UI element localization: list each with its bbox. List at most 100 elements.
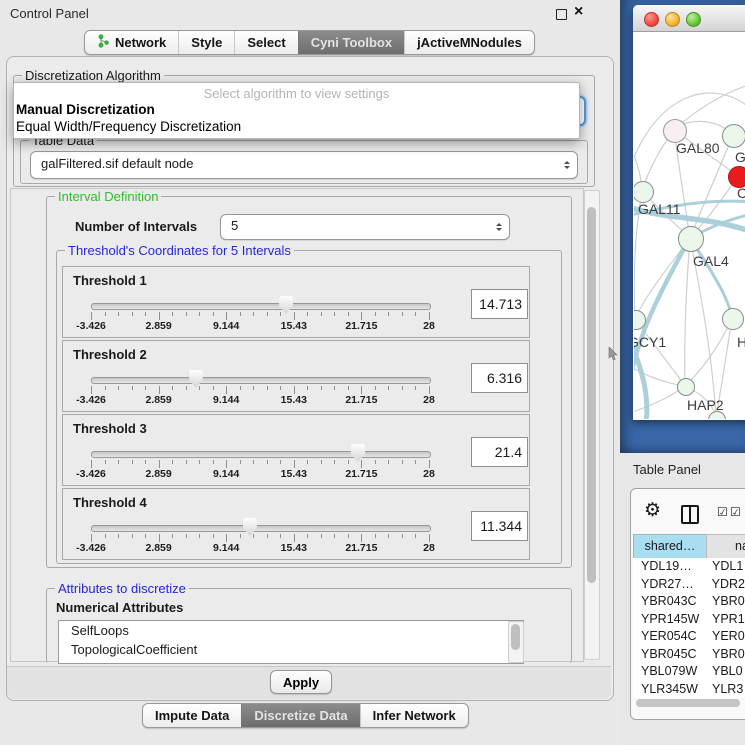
dropdown-placeholder: Select algorithm to view settings [14, 86, 579, 101]
attributes-list-scrollbar[interactable] [508, 621, 524, 663]
threshold-3-slider-track[interactable] [91, 451, 431, 458]
threshold-3-panel: Threshold 3 -3.4262.8599.14415.4321.7152… [62, 414, 530, 486]
attributes-group-title: Attributes to discretize [55, 581, 189, 596]
close-icon[interactable]: × [574, 3, 583, 21]
threshold-1-ticks [91, 312, 429, 320]
cell: YER0 [706, 628, 745, 646]
list-item-selfloops[interactable]: SelfLoops [59, 621, 523, 640]
cell: YDL19… [633, 558, 706, 576]
list-item-betweennesscentrality[interactable]: BetweennessCentrality [59, 659, 523, 664]
cell: YDL1 [706, 558, 743, 576]
vertical-scrollbar-thumb[interactable] [587, 207, 596, 583]
apply-button[interactable]: Apply [270, 670, 332, 694]
columns-icon[interactable] [681, 505, 699, 524]
threshold-3-scale-labels: -3.4262.8599.14415.4321.71528 [91, 468, 429, 480]
discretization-algorithm-group-title: Discretization Algorithm [22, 68, 164, 83]
tab-discretize-data[interactable]: Discretize Data [241, 704, 359, 727]
tab-style-label: Style [191, 35, 222, 50]
tab-jactivemnodules-label: jActiveMNodules [417, 35, 522, 50]
table-row[interactable]: YDL19…YDL1 [633, 558, 745, 576]
node-table: YDL19…YDL1 YDR27…YDR2 YBR043CYBR0 YPR145… [633, 558, 745, 698]
node-label-h: H [737, 334, 745, 350]
threshold-2-panel: Threshold 2 -3.4262.8599.14415.4321.7152… [62, 340, 530, 412]
threshold-2-slider-track[interactable] [91, 377, 431, 384]
table-row[interactable]: YER054CYER0 [633, 628, 745, 646]
table-row[interactable]: YBL079WYBL0 [633, 663, 745, 681]
list-item-topologicalcoefficient[interactable]: TopologicalCoefficient [59, 640, 523, 659]
table-horizontal-scrollbar[interactable] [635, 699, 743, 708]
tab-cyni-toolbox-label: Cyni Toolbox [311, 35, 392, 50]
threshold-2-value-field[interactable]: 6.316 [471, 363, 528, 393]
num-intervals-spinner[interactable]: 5 [220, 214, 510, 240]
threshold-4-scale-labels: -3.4262.8599.14415.4321.71528 [91, 542, 429, 554]
threshold-1-scale-labels: -3.4262.8599.14415.4321.71528 [91, 320, 429, 332]
tab-infer-network[interactable]: Infer Network [360, 704, 468, 727]
window-minimize-traffic-light[interactable] [665, 12, 680, 27]
node-label-gal11: GAL11 [638, 201, 681, 217]
table-data-combobox[interactable]: galFiltered.sif default node [30, 151, 578, 179]
tab-impute-data-label: Impute Data [155, 708, 229, 723]
threshold-3-value-field[interactable]: 21.4 [471, 437, 528, 467]
tab-select[interactable]: Select [234, 31, 297, 54]
node-gal4[interactable] [678, 226, 704, 252]
threshold-4-panel: Threshold 4 -3.4262.8599.14415.4321.7152… [62, 488, 530, 560]
numerical-attributes-label: Numerical Attributes [56, 600, 183, 615]
threshold-2-label: Threshold 2 [73, 347, 147, 362]
table-row[interactable]: YLR345WYLR3 [633, 681, 745, 699]
tab-jactivemnodules[interactable]: jActiveMNodules [404, 31, 534, 54]
threshold-4-value-field[interactable]: 11.344 [471, 511, 528, 541]
algorithm-dropdown-popup: Select algorithm to view settings Manual… [13, 82, 580, 139]
column-header-shared-name[interactable]: shared… [633, 534, 707, 559]
threshold-1-label: Threshold 1 [73, 273, 147, 288]
tab-select-label: Select [247, 35, 285, 50]
checkbox-icon-2[interactable]: ☑ [730, 505, 741, 519]
cell: YLR345W [633, 681, 706, 699]
window-close-traffic-light[interactable] [644, 12, 659, 27]
network-tree-icon [97, 34, 110, 51]
threshold-1-panel: Threshold 1 -3.4262.8599.14415.4321.7152… [62, 266, 530, 338]
control-panel-tabs: Network Style Select Cyni Toolbox jActiv… [84, 30, 535, 55]
numerical-attributes-list: SelfLoops TopologicalCoefficient Between… [58, 620, 524, 664]
node-hap2[interactable] [677, 378, 695, 396]
cyni-mode-tabs: Impute Data Discretize Data Infer Networ… [142, 703, 469, 728]
tab-impute-data[interactable]: Impute Data [143, 704, 241, 727]
attributes-list-scrollbar-thumb[interactable] [511, 624, 520, 650]
threshold-1-value-field[interactable]: 14.713 [471, 289, 528, 319]
threshold-3-label: Threshold 3 [73, 421, 147, 436]
tab-cyni-toolbox[interactable]: Cyni Toolbox [298, 31, 404, 54]
window-zoom-traffic-light[interactable] [686, 12, 701, 27]
network-canvas[interactable]: GAL80 G C GAL11 GAL4 GCY1 H HAP2 [634, 32, 745, 419]
threshold-4-slider-track[interactable] [91, 525, 431, 532]
cell: YBR0 [706, 593, 745, 611]
tab-infer-network-label: Infer Network [373, 708, 456, 723]
float-window-icon[interactable] [556, 9, 567, 20]
table-horizontal-scrollbar-thumb[interactable] [636, 699, 740, 707]
cell: YER054C [633, 628, 706, 646]
dropdown-option-equal-width[interactable]: Equal Width/Frequency Discretization [16, 119, 241, 134]
table-row[interactable]: YBR045CYBR0 [633, 646, 745, 664]
vertical-scrollbar[interactable] [584, 190, 600, 660]
gear-icon[interactable]: ⚙ [644, 500, 661, 522]
cell: YBL079W [633, 663, 706, 681]
node-h[interactable] [722, 308, 744, 330]
node-top-right[interactable] [722, 124, 745, 148]
node-label-gcy1: GCY1 [634, 334, 666, 350]
table-row[interactable]: YDR27…YDR2 [633, 576, 745, 594]
table-row[interactable]: YBR043CYBR0 [633, 593, 745, 611]
node-label-gal4: GAL4 [693, 253, 729, 269]
threshold-1-slider-track[interactable] [91, 303, 431, 310]
dropdown-option-manual-discretization[interactable]: Manual Discretization [16, 102, 155, 117]
threshold-2-scale-labels: -3.4262.8599.14415.4321.71528 [91, 394, 429, 406]
tab-network[interactable]: Network [85, 31, 178, 54]
panel-title: Control Panel [10, 6, 89, 21]
tab-style[interactable]: Style [178, 31, 234, 54]
control-panel: Control Panel × Network Style Select Cyn… [0, 0, 620, 745]
table-row[interactable]: YPR145WYPR1 [633, 611, 745, 629]
node-label-g: G [735, 149, 745, 165]
checkbox-icon-1[interactable]: ☑ [717, 505, 728, 519]
node-label-gal80: GAL80 [676, 140, 720, 156]
table-panel-title: Table Panel [633, 462, 701, 477]
tab-discretize-data-label: Discretize Data [254, 708, 347, 723]
interval-definition-title: Interval Definition [55, 189, 161, 204]
column-header-name[interactable]: na [706, 534, 745, 559]
